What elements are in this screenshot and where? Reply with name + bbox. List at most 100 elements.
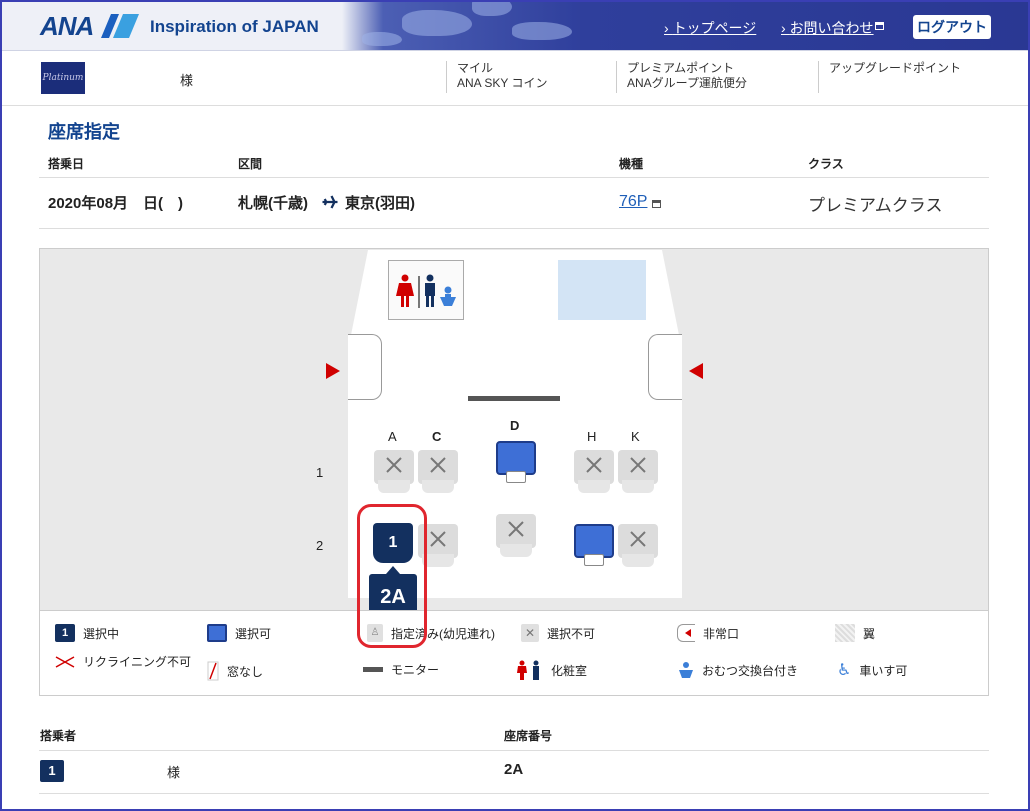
monitor-icon bbox=[363, 667, 383, 672]
passenger-header: 搭乗者 bbox=[40, 729, 77, 743]
no-window-icon bbox=[207, 661, 219, 681]
emergency-exit-door-left bbox=[348, 334, 382, 400]
upgrade-points-label: アップグレードポイント bbox=[829, 61, 962, 75]
legend-unavailable: ✕ 選択不可 bbox=[521, 624, 595, 642]
seat-column-d: D bbox=[510, 418, 520, 433]
member-name-suffix: 様 bbox=[180, 73, 194, 88]
seat-1c bbox=[418, 450, 458, 494]
legend-monitor: モニター bbox=[363, 661, 439, 678]
selected-seat-icon: 1 bbox=[55, 624, 75, 642]
legend-monitor-label: モニター bbox=[391, 663, 440, 677]
legend-wheelchair: ♿ 車いす可 bbox=[837, 661, 907, 679]
site-header: ANA Inspiration of JAPAN トップページ お問い合わせ ロ… bbox=[2, 2, 1028, 51]
divider bbox=[39, 228, 989, 229]
monitor-marker bbox=[468, 396, 560, 401]
legend-no-recline-label: リクライニング不可 bbox=[83, 655, 192, 669]
emergency-exit-icon bbox=[677, 624, 695, 642]
unavailable-x-icon bbox=[630, 457, 646, 473]
legend-unavailable-label: 選択不可 bbox=[547, 626, 596, 641]
seat-1d[interactable] bbox=[496, 441, 536, 485]
premium-points-label: プレミアムポイント bbox=[627, 61, 735, 75]
lavatory-icon bbox=[396, 274, 456, 308]
aircraft-type-link[interactable]: 76P bbox=[619, 193, 647, 211]
ana-logo[interactable]: ANA bbox=[40, 11, 94, 42]
emergency-exit-left-icon bbox=[326, 363, 340, 379]
wheelchair-icon: ♿ bbox=[837, 660, 852, 679]
lavatory-icon bbox=[517, 660, 539, 680]
unavailable-x-icon bbox=[386, 457, 402, 473]
top-page-link[interactable]: トップページ bbox=[664, 18, 757, 38]
legend-lavatory: 化粧室 bbox=[517, 660, 587, 680]
legend-available-label: 選択可 bbox=[235, 626, 272, 641]
legend-lavatory-label: 化粧室 bbox=[551, 663, 588, 678]
seat-legend: 1 選択中 選択可 ♙ 指定済み(幼児連れ) ✕ 選択不可 非常口 翼 リクライ… bbox=[40, 610, 988, 695]
external-window-icon bbox=[875, 22, 884, 30]
seat-1a bbox=[374, 450, 414, 494]
legend-no-recline: リクライニング不可 bbox=[55, 655, 200, 669]
available-seat-icon bbox=[207, 624, 227, 642]
route-header: 区間 bbox=[238, 157, 263, 171]
legend-available: 選択可 bbox=[207, 624, 271, 642]
passenger-name-suffix: 様 bbox=[167, 765, 181, 780]
date-header: 搭乗日 bbox=[48, 157, 85, 171]
legend-selected: 1 選択中 bbox=[55, 624, 119, 642]
divider bbox=[39, 750, 989, 751]
contact-link[interactable]: お問い合わせ bbox=[781, 18, 874, 38]
seat-1h bbox=[574, 450, 614, 494]
emergency-exit-right-icon bbox=[689, 363, 703, 379]
legend-diaper: おむつ交換台付き bbox=[678, 661, 798, 679]
seat-column-k: K bbox=[631, 429, 640, 444]
member-status-bar: Platinum 様 マイル ANA SKY コイン プレミアムポイント ANA… bbox=[2, 51, 1028, 106]
divider bbox=[39, 177, 989, 178]
legend-no-window-label: 窓なし bbox=[227, 664, 264, 679]
group-flights-label: ANAグループ運航便分 bbox=[627, 76, 747, 90]
legend-wing-label: 翼 bbox=[863, 626, 876, 641]
seat-row-1: 1 bbox=[316, 465, 324, 480]
seat-1k bbox=[618, 450, 658, 494]
aircraft-header: 機種 bbox=[619, 157, 644, 171]
unavailable-seat-icon: ✕ bbox=[521, 624, 539, 642]
unavailable-x-icon bbox=[508, 521, 524, 537]
selected-seat-highlight bbox=[357, 504, 427, 648]
seat-2k bbox=[618, 524, 658, 568]
external-window-icon bbox=[652, 200, 661, 208]
coin-label: ANA SKY コイン bbox=[457, 76, 548, 90]
unavailable-x-icon bbox=[430, 531, 446, 547]
lavatory bbox=[388, 260, 464, 320]
logout-button[interactable]: ログアウト bbox=[913, 15, 991, 39]
divider bbox=[39, 793, 989, 794]
emergency-exit-door-right bbox=[648, 334, 682, 400]
legend-diaper-label: おむつ交換台付き bbox=[702, 663, 799, 678]
unavailable-x-icon bbox=[630, 531, 646, 547]
unavailable-x-icon bbox=[430, 457, 446, 473]
ana-logo-stripes-icon bbox=[101, 14, 139, 38]
passenger-number-badge: 1 bbox=[40, 760, 64, 782]
airplane-icon bbox=[322, 195, 338, 209]
class-header: クラス bbox=[808, 157, 844, 171]
unavailable-x-icon bbox=[586, 457, 602, 473]
seat-2h[interactable] bbox=[574, 524, 614, 568]
seat-column-a: A bbox=[388, 429, 397, 444]
platinum-badge-icon: Platinum bbox=[41, 62, 85, 94]
seat-column-h: H bbox=[587, 429, 597, 444]
no-recline-icon bbox=[55, 656, 75, 668]
galley-area bbox=[558, 260, 646, 320]
passenger-seat-number[interactable]: 2A bbox=[504, 761, 523, 778]
brand-tagline: Inspiration of JAPAN bbox=[150, 17, 319, 36]
wing-icon bbox=[835, 624, 855, 642]
seat-column-c: C bbox=[432, 429, 442, 444]
legend-wing: 翼 bbox=[835, 624, 875, 642]
seat-2d bbox=[496, 514, 536, 558]
seat-number-header: 座席番号 bbox=[504, 729, 553, 743]
origin-airport: 札幌(千歳) bbox=[238, 195, 308, 212]
seat-row-2: 2 bbox=[316, 538, 324, 553]
legend-emergency-exit: 非常口 bbox=[677, 624, 739, 642]
destination-airport: 東京(羽田) bbox=[345, 195, 415, 212]
legend-wheelchair-label: 車いす可 bbox=[859, 663, 908, 678]
diaper-changing-icon bbox=[679, 662, 693, 678]
miles-column: マイル ANA SKY コイン bbox=[446, 61, 547, 93]
legend-emergency-exit-label: 非常口 bbox=[703, 626, 740, 641]
miles-label: マイル bbox=[457, 61, 494, 75]
premium-points-column: プレミアムポイント ANAグループ運航便分 bbox=[616, 61, 747, 93]
legend-no-window: 窓なし bbox=[207, 661, 263, 681]
